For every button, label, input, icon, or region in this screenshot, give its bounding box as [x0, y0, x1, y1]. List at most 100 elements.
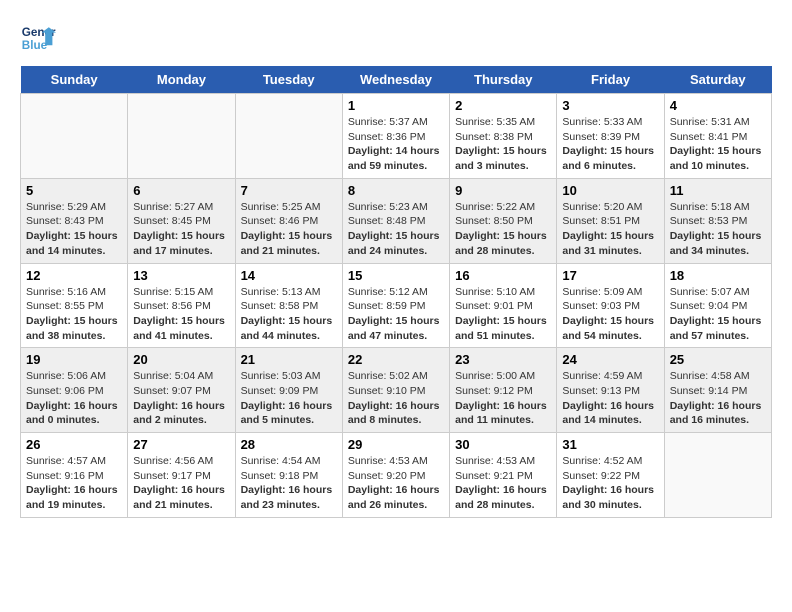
calendar-cell	[664, 433, 771, 518]
week-row-4: 19 Sunrise: 5:06 AMSunset: 9:06 PMDayligh…	[21, 348, 772, 433]
calendar-cell: 19 Sunrise: 5:06 AMSunset: 9:06 PMDayligh…	[21, 348, 128, 433]
day-content: Sunrise: 5:12 AMSunset: 8:59 PMDaylight:…	[348, 285, 444, 344]
calendar-cell: 12 Sunrise: 5:16 AMSunset: 8:55 PMDayligh…	[21, 263, 128, 348]
calendar-cell: 10 Sunrise: 5:20 AMSunset: 8:51 PMDayligh…	[557, 178, 664, 263]
day-content: Sunrise: 5:00 AMSunset: 9:12 PMDaylight:…	[455, 369, 551, 428]
days-header-row: SundayMondayTuesdayWednesdayThursdayFrid…	[21, 66, 772, 94]
logo: General Blue	[20, 20, 62, 56]
calendar-cell: 23Sunrise: 5:00 AMSunset: 9:12 PMDayligh…	[450, 348, 557, 433]
calendar-cell: 20 Sunrise: 5:04 AMSunset: 9:07 PMDayligh…	[128, 348, 235, 433]
day-content: Sunrise: 4:53 AMSunset: 9:20 PMDaylight:…	[348, 454, 444, 513]
day-content: Sunrise: 5:29 AMSunset: 8:43 PMDaylight:…	[26, 200, 122, 259]
calendar-cell: 6 Sunrise: 5:27 AMSunset: 8:45 PMDaylight…	[128, 178, 235, 263]
day-number: 8	[348, 183, 444, 198]
day-content: Sunrise: 5:22 AMSunset: 8:50 PMDaylight:…	[455, 200, 551, 259]
day-content: Sunrise: 5:02 AMSunset: 9:10 PMDaylight:…	[348, 369, 444, 428]
day-number: 4	[670, 98, 766, 113]
calendar-cell: 31 Sunrise: 4:52 AMSunset: 9:22 PMDayligh…	[557, 433, 664, 518]
day-content: Sunrise: 5:15 AMSunset: 8:56 PMDaylight:…	[133, 285, 229, 344]
day-number: 26	[26, 437, 122, 452]
day-content: Sunrise: 4:56 AMSunset: 9:17 PMDaylight:…	[133, 454, 229, 513]
day-number: 3	[562, 98, 658, 113]
calendar-cell: 3 Sunrise: 5:33 AMSunset: 8:39 PMDaylight…	[557, 94, 664, 179]
page-header: General Blue	[20, 20, 772, 56]
day-header-friday: Friday	[557, 66, 664, 94]
day-header-monday: Monday	[128, 66, 235, 94]
day-content: Sunrise: 5:16 AMSunset: 8:55 PMDaylight:…	[26, 285, 122, 344]
day-content: Sunrise: 5:18 AMSunset: 8:53 PMDaylight:…	[670, 200, 766, 259]
day-number: 9	[455, 183, 551, 198]
day-number: 29	[348, 437, 444, 452]
calendar-cell: 24Sunrise: 4:59 AMSunset: 9:13 PMDayligh…	[557, 348, 664, 433]
day-content: Sunrise: 4:52 AMSunset: 9:22 PMDaylight:…	[562, 454, 658, 513]
calendar-cell	[21, 94, 128, 179]
day-content: Sunrise: 4:53 AMSunset: 9:21 PMDaylight:…	[455, 454, 551, 513]
day-number: 5	[26, 183, 122, 198]
day-number: 21	[241, 352, 337, 367]
day-number: 14	[241, 268, 337, 283]
day-content: Sunrise: 5:06 AMSunset: 9:06 PMDaylight:…	[26, 369, 122, 428]
day-content: Sunrise: 4:54 AMSunset: 9:18 PMDaylight:…	[241, 454, 337, 513]
day-content: Sunrise: 5:09 AMSunset: 9:03 PMDaylight:…	[562, 285, 658, 344]
week-row-3: 12 Sunrise: 5:16 AMSunset: 8:55 PMDayligh…	[21, 263, 772, 348]
day-content: Sunrise: 4:57 AMSunset: 9:16 PMDaylight:…	[26, 454, 122, 513]
calendar-cell: 1 Sunrise: 5:37 AMSunset: 8:36 PMDaylight…	[342, 94, 449, 179]
day-content: Sunrise: 5:27 AMSunset: 8:45 PMDaylight:…	[133, 200, 229, 259]
calendar-cell: 25Sunrise: 4:58 AMSunset: 9:14 PMDayligh…	[664, 348, 771, 433]
calendar-cell: 13 Sunrise: 5:15 AMSunset: 8:56 PMDayligh…	[128, 263, 235, 348]
day-number: 2	[455, 98, 551, 113]
calendar-cell: 5 Sunrise: 5:29 AMSunset: 8:43 PMDaylight…	[21, 178, 128, 263]
day-number: 12	[26, 268, 122, 283]
week-row-5: 26 Sunrise: 4:57 AMSunset: 9:16 PMDayligh…	[21, 433, 772, 518]
day-content: Sunrise: 5:04 AMSunset: 9:07 PMDaylight:…	[133, 369, 229, 428]
day-number: 11	[670, 183, 766, 198]
day-number: 30	[455, 437, 551, 452]
calendar-cell: 17 Sunrise: 5:09 AMSunset: 9:03 PMDayligh…	[557, 263, 664, 348]
day-content: Sunrise: 4:58 AMSunset: 9:14 PMDaylight:…	[670, 369, 766, 428]
day-content: Sunrise: 5:13 AMSunset: 8:58 PMDaylight:…	[241, 285, 337, 344]
calendar-cell: 28Sunrise: 4:54 AMSunset: 9:18 PMDayligh…	[235, 433, 342, 518]
calendar-cell: 22Sunrise: 5:02 AMSunset: 9:10 PMDayligh…	[342, 348, 449, 433]
calendar-cell: 14 Sunrise: 5:13 AMSunset: 8:58 PMDayligh…	[235, 263, 342, 348]
week-row-1: 1 Sunrise: 5:37 AMSunset: 8:36 PMDaylight…	[21, 94, 772, 179]
day-content: Sunrise: 5:23 AMSunset: 8:48 PMDaylight:…	[348, 200, 444, 259]
day-content: Sunrise: 5:03 AMSunset: 9:09 PMDaylight:…	[241, 369, 337, 428]
calendar-cell: 27 Sunrise: 4:56 AMSunset: 9:17 PMDayligh…	[128, 433, 235, 518]
calendar-cell: 2 Sunrise: 5:35 AMSunset: 8:38 PMDaylight…	[450, 94, 557, 179]
day-header-thursday: Thursday	[450, 66, 557, 94]
day-content: Sunrise: 5:20 AMSunset: 8:51 PMDaylight:…	[562, 200, 658, 259]
calendar-cell: 30 Sunrise: 4:53 AMSunset: 9:21 PMDayligh…	[450, 433, 557, 518]
day-header-saturday: Saturday	[664, 66, 771, 94]
day-content: Sunrise: 5:35 AMSunset: 8:38 PMDaylight:…	[455, 115, 551, 174]
day-header-wednesday: Wednesday	[342, 66, 449, 94]
day-number: 6	[133, 183, 229, 198]
svg-text:Blue: Blue	[22, 39, 48, 52]
day-number: 15	[348, 268, 444, 283]
logo-icon: General Blue	[20, 20, 56, 56]
calendar-table: SundayMondayTuesdayWednesdayThursdayFrid…	[20, 66, 772, 518]
calendar-cell: 26 Sunrise: 4:57 AMSunset: 9:16 PMDayligh…	[21, 433, 128, 518]
day-number: 27	[133, 437, 229, 452]
day-content: Sunrise: 5:37 AMSunset: 8:36 PMDaylight:…	[348, 115, 444, 174]
day-number: 1	[348, 98, 444, 113]
calendar-cell: 15 Sunrise: 5:12 AMSunset: 8:59 PMDayligh…	[342, 263, 449, 348]
day-number: 31	[562, 437, 658, 452]
week-row-2: 5 Sunrise: 5:29 AMSunset: 8:43 PMDaylight…	[21, 178, 772, 263]
day-number: 16	[455, 268, 551, 283]
day-number: 19	[26, 352, 122, 367]
day-content: Sunrise: 4:59 AMSunset: 9:13 PMDaylight:…	[562, 369, 658, 428]
day-header-tuesday: Tuesday	[235, 66, 342, 94]
day-content: Sunrise: 5:10 AMSunset: 9:01 PMDaylight:…	[455, 285, 551, 344]
calendar-cell: 16 Sunrise: 5:10 AMSunset: 9:01 PMDayligh…	[450, 263, 557, 348]
day-number: 10	[562, 183, 658, 198]
calendar-cell: 4 Sunrise: 5:31 AMSunset: 8:41 PMDaylight…	[664, 94, 771, 179]
calendar-cell	[235, 94, 342, 179]
day-number: 13	[133, 268, 229, 283]
day-number: 17	[562, 268, 658, 283]
calendar-cell: 29 Sunrise: 4:53 AMSunset: 9:20 PMDayligh…	[342, 433, 449, 518]
day-content: Sunrise: 5:07 AMSunset: 9:04 PMDaylight:…	[670, 285, 766, 344]
calendar-cell: 18Sunrise: 5:07 AMSunset: 9:04 PMDayligh…	[664, 263, 771, 348]
day-content: Sunrise: 5:31 AMSunset: 8:41 PMDaylight:…	[670, 115, 766, 174]
day-number: 20	[133, 352, 229, 367]
day-content: Sunrise: 5:33 AMSunset: 8:39 PMDaylight:…	[562, 115, 658, 174]
